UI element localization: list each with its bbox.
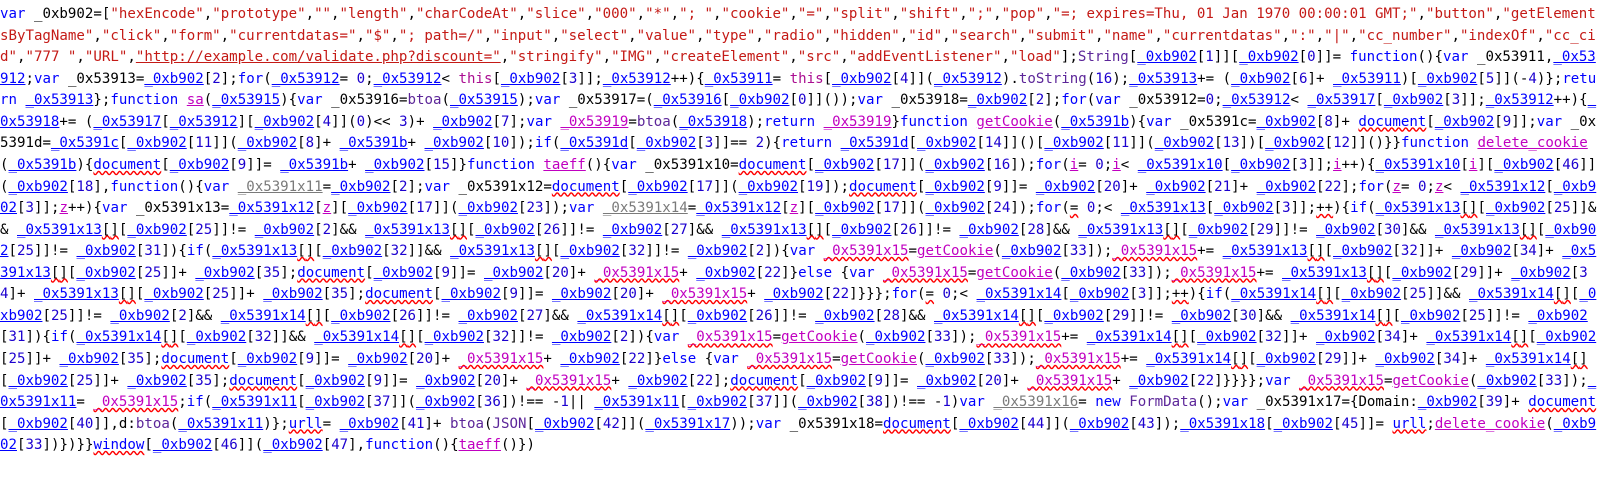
code-editor-content[interactable]: var _0xb902=["hexEncode","prototype","",… [0,0,1600,457]
